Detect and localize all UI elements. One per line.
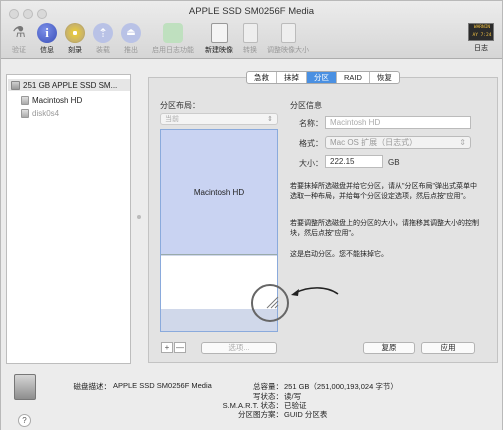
sidebar-item-label: 251 GB APPLE SSD SM...	[23, 80, 118, 90]
help-text-resize: 若要调整所选磁盘上的分区的大小，请拖移其调整大小的控制块，然后点按"应用"。	[290, 220, 479, 237]
chevron-updown-icon: ⇕	[459, 138, 466, 147]
window-title: APPLE SSD SM0256F Media	[188, 6, 315, 17]
tab-restore[interactable]: 恢复	[370, 72, 399, 83]
toolbar-resize-image[interactable]: 调整映像大小	[263, 23, 313, 55]
annotation-arrow-icon	[291, 287, 339, 296]
desc-label: 磁盘描述：	[73, 382, 112, 391]
toolbar-resize-image-label: 调整映像大小	[267, 47, 309, 54]
format-label: 格式：	[299, 139, 323, 148]
partition-layout-popup[interactable]: 当前 ⇕	[160, 113, 278, 125]
partition-layout-label: 分区布局：	[160, 101, 200, 110]
name-field[interactable]: Macintosh HD	[325, 116, 471, 129]
title-bar: APPLE SSD SM0256F Media ⚗ 验证 i 信息 刻录 ⇡ 装…	[1, 1, 502, 59]
help-button[interactable]: ?	[18, 414, 31, 427]
sidebar-item-macintosh-hd[interactable]: Macintosh HD	[21, 94, 82, 106]
help-text-erase: 若要抹掉所选磁盘并给它分区，请从"分区布局"弹出式菜单中选取一种布局，并给每个分…	[290, 183, 477, 200]
volume-icon	[21, 108, 29, 118]
toolbar-convert-label: 转换	[243, 47, 257, 54]
eject-icon: ⏏	[121, 23, 141, 43]
sidebar-item-label: Macintosh HD	[32, 95, 83, 105]
toolbar-eject[interactable]: ⏏ 推出	[111, 23, 151, 55]
toolbar-burn-label: 刻录	[68, 47, 82, 54]
size-field[interactable]: 222.15	[325, 155, 383, 168]
mount-icon: ⇡	[93, 23, 113, 43]
help-text-startup: 这是启动分区。您不能抹掉它。	[290, 251, 388, 258]
sidebar-item-label: disk0s4	[32, 108, 60, 118]
format-value: Mac OS 扩展（日志式）	[330, 138, 418, 147]
size-label: 大小：	[299, 159, 323, 168]
name-label: 名称：	[299, 119, 323, 128]
format-popup[interactable]: Mac OS 扩展（日志式） ⇕	[325, 136, 471, 149]
convert-icon	[242, 23, 258, 43]
log-icon: WARNIN AY 7:24	[468, 23, 494, 41]
tab-erase[interactable]: 抹掉	[277, 72, 307, 83]
partition-macintosh-hd[interactable]: Macintosh HD	[161, 130, 277, 255]
resize-grip-icon[interactable]	[265, 295, 279, 309]
volume-icon	[21, 95, 29, 105]
toolbar-info-label: 信息	[40, 47, 54, 54]
chevron-updown-icon: ⇕	[267, 116, 273, 123]
resize-image-icon	[280, 23, 296, 43]
burn-icon	[65, 23, 85, 43]
toolbar-log[interactable]: WARNIN AY 7:24 日志	[464, 23, 498, 53]
tab-bar: 急救 抹掉 分区 RAID 恢复	[246, 71, 400, 84]
toolbar-verify-label: 验证	[12, 47, 26, 54]
tab-partition[interactable]: 分区	[307, 72, 337, 83]
scheme-label: 分区图方案：	[238, 410, 283, 419]
toolbar-journal[interactable]: 启用日志功能	[147, 23, 199, 55]
microscope-icon: ⚗	[12, 24, 26, 41]
drive-icon	[14, 374, 36, 400]
revert-button[interactable]: 复原	[363, 342, 415, 354]
apply-button[interactable]: 应用	[421, 342, 475, 354]
size-unit: GB	[388, 158, 400, 167]
toolbar-new-image-label: 新建映像	[205, 47, 233, 54]
tab-first-aid[interactable]: 急救	[247, 72, 277, 83]
sidebar-item-disk0s4[interactable]: disk0s4	[21, 107, 59, 119]
disk-sidebar: 251 GB APPLE SSD SM... Macintosh HD disk…	[6, 74, 131, 364]
journal-icon	[163, 23, 183, 43]
new-image-icon	[210, 23, 228, 43]
sidebar-item-disk[interactable]: 251 GB APPLE SSD SM...	[8, 79, 130, 91]
toolbar-mount-label: 装载	[96, 47, 110, 54]
disk-icon	[11, 80, 20, 90]
desc-value: APPLE SSD SM0256F Media	[113, 381, 212, 390]
add-partition-button[interactable]: +	[161, 342, 173, 353]
toolbar-log-label: 日志	[474, 45, 488, 52]
toolbar-journal-label: 启用日志功能	[152, 47, 194, 54]
toolbar-eject-label: 推出	[124, 47, 138, 54]
remove-partition-button[interactable]: —	[174, 342, 186, 353]
info-icon: i	[37, 23, 57, 43]
options-button[interactable]: 选项...	[201, 342, 277, 354]
scheme-value: GUID 分区表	[284, 410, 328, 419]
disk-utility-window: APPLE SSD SM0256F Media ⚗ 验证 i 信息 刻录 ⇡ 装…	[0, 0, 503, 430]
tab-raid[interactable]: RAID	[337, 72, 370, 83]
partition-name-text: Macintosh HD	[193, 187, 245, 197]
partition-layout-value: 当前	[165, 116, 179, 123]
splitter-handle[interactable]	[137, 215, 141, 219]
partition-info-label: 分区信息	[290, 101, 322, 110]
